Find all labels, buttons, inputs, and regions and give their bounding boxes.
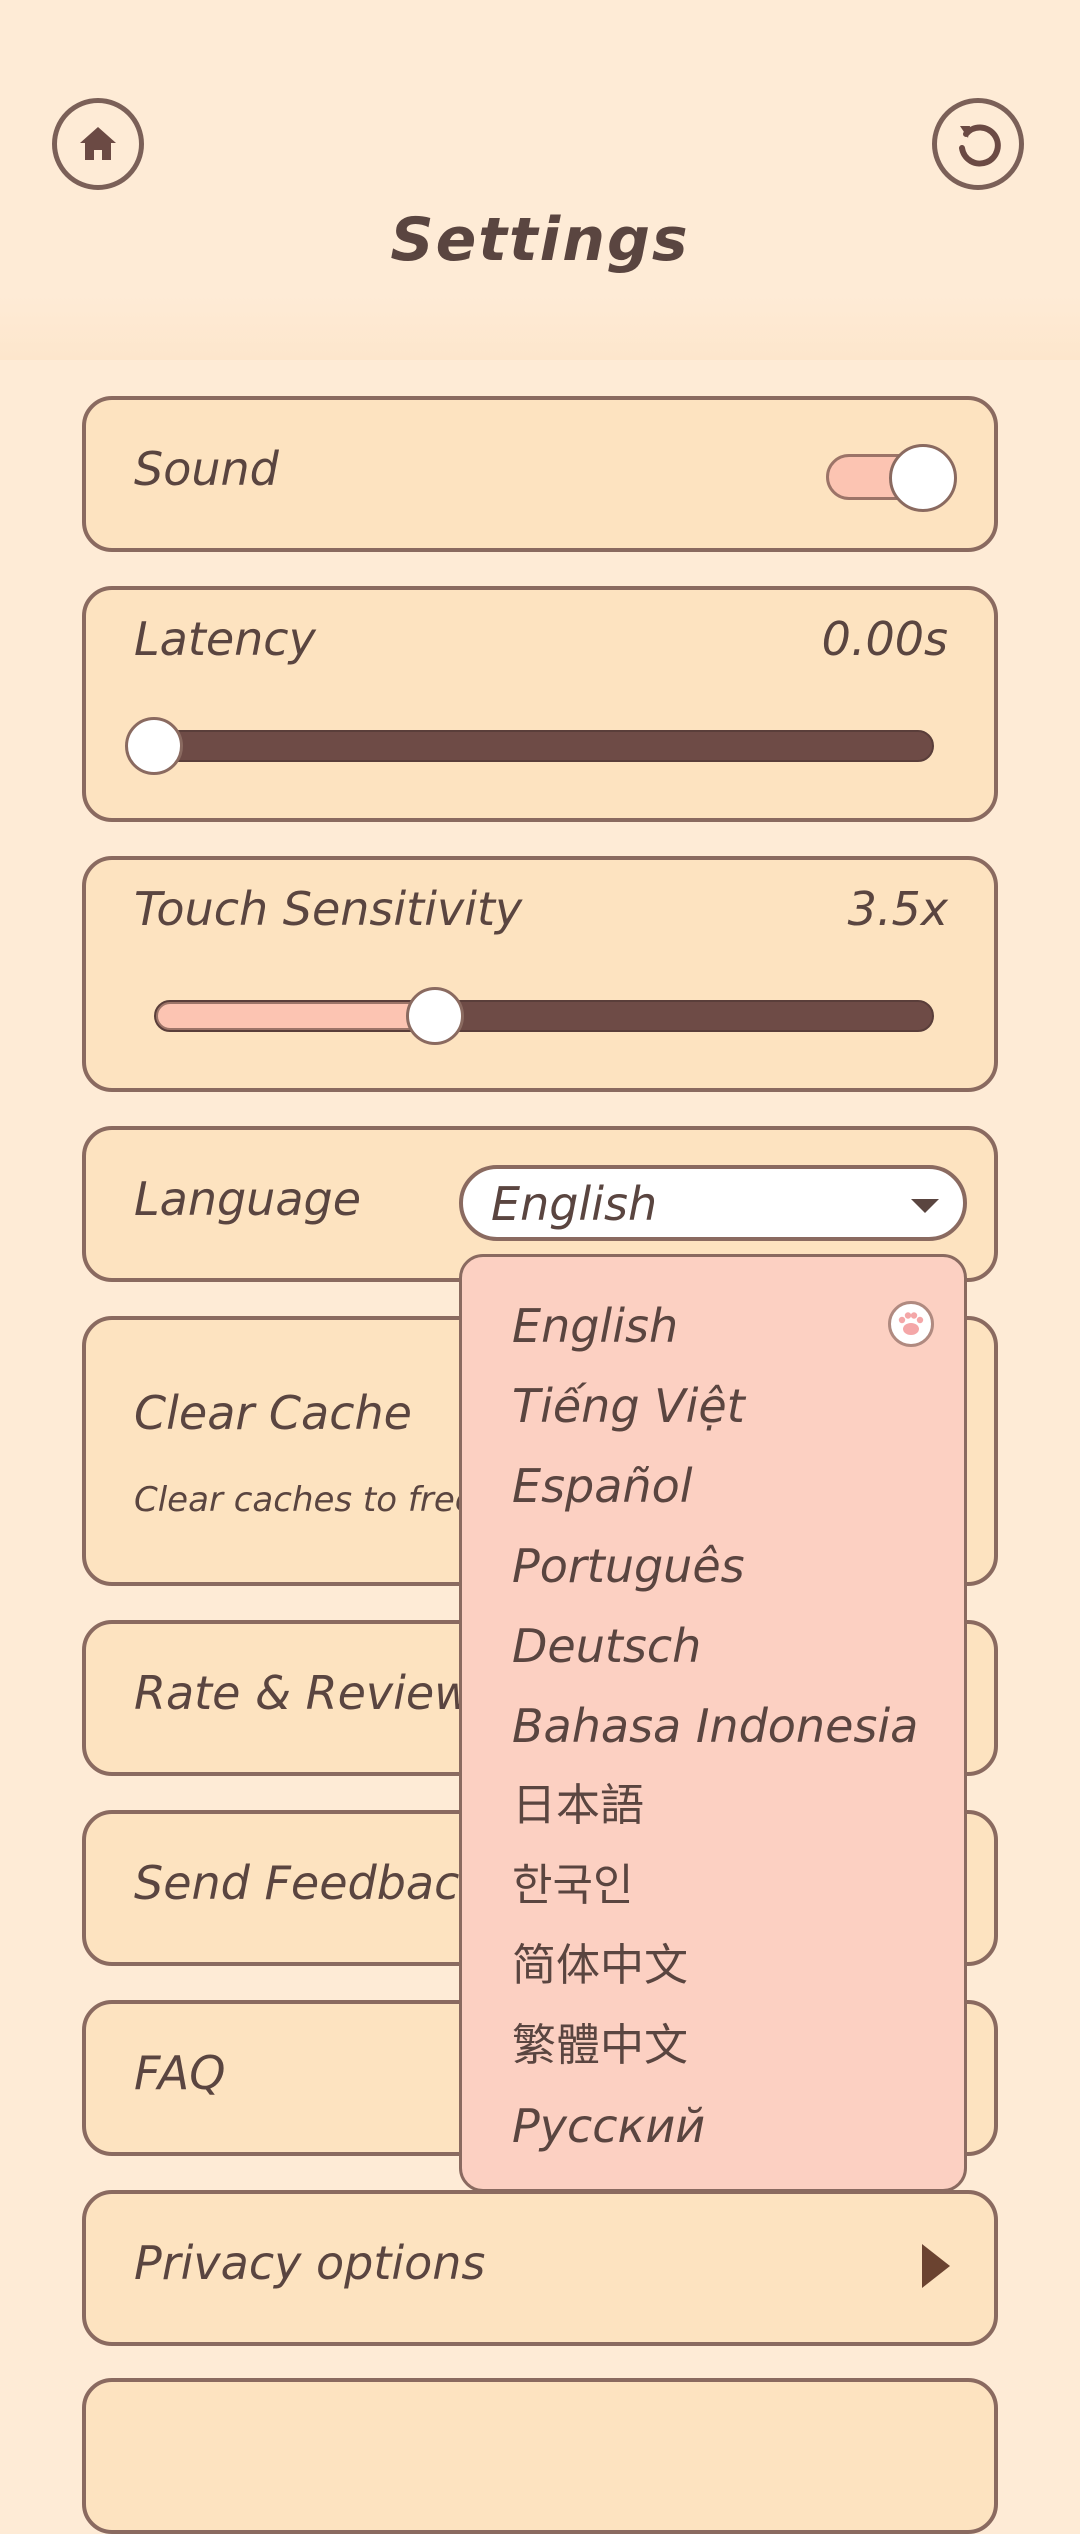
touch-sensitivity-slider-fill [156, 1002, 437, 1030]
language-option-japanese[interactable]: 日本語 [512, 1771, 932, 1841]
language-option-russian[interactable]: Русский [512, 2091, 932, 2161]
language-label: Language [134, 1172, 362, 1226]
language-option-english[interactable]: English [512, 1291, 932, 1361]
language-select[interactable]: English [459, 1165, 967, 1241]
latency-label: Latency [134, 612, 316, 666]
faq-label: FAQ [134, 2046, 226, 2100]
home-button[interactable] [52, 98, 144, 190]
latency-value: 0.00s [821, 612, 948, 666]
language-option-simplified-chinese[interactable]: 简体中文 [512, 1931, 932, 2001]
latency-card: Latency 0.00s [82, 586, 998, 822]
touch-sensitivity-card: Touch Sensitivity 3.5x [82, 856, 998, 1092]
latency-slider-track[interactable] [154, 730, 934, 762]
touch-sensitivity-label: Touch Sensitivity [134, 882, 523, 936]
page-title: Settings [390, 205, 690, 275]
header-background [0, 0, 1080, 360]
touch-sensitivity-slider-thumb[interactable] [405, 987, 464, 1045]
sound-card: Sound [82, 396, 998, 552]
home-icon [80, 127, 116, 160]
language-option-vietnamese[interactable]: Tiếng Việt [512, 1371, 932, 1441]
language-selected-value: English [491, 1177, 658, 1231]
send-feedback-label: Send Feedback [134, 1856, 487, 1910]
language-option-spanish[interactable]: Español [512, 1451, 932, 1521]
privacy-options-card[interactable]: Privacy options [82, 2190, 998, 2346]
language-dropdown: English Tiếng Việt Español Português Deu… [459, 1254, 967, 2192]
next-card[interactable] [82, 2378, 998, 2534]
refresh-icon [959, 124, 1001, 167]
language-option-german[interactable]: Deutsch [512, 1611, 932, 1681]
privacy-options-label: Privacy options [134, 2236, 486, 2290]
language-option-portuguese[interactable]: Português [512, 1531, 932, 1601]
clear-cache-label: Clear Cache [134, 1386, 412, 1440]
latency-slider-thumb[interactable] [125, 717, 183, 775]
sound-label: Sound [134, 442, 279, 496]
play-arrow-icon [922, 2244, 950, 2288]
language-option-traditional-chinese[interactable]: 繁體中文 [512, 2011, 932, 2081]
reset-button[interactable] [932, 98, 1024, 190]
rate-review-label: Rate & Review [134, 1666, 472, 1720]
touch-sensitivity-slider-track[interactable] [154, 1000, 934, 1032]
chevron-down-icon [911, 1199, 939, 1213]
language-option-korean[interactable]: 한국인 [512, 1851, 932, 1921]
sound-toggle-knob[interactable] [889, 444, 957, 512]
touch-sensitivity-value: 3.5x [847, 882, 948, 936]
paw-icon [888, 1301, 934, 1347]
language-option-indonesian[interactable]: Bahasa Indonesia [512, 1691, 932, 1761]
